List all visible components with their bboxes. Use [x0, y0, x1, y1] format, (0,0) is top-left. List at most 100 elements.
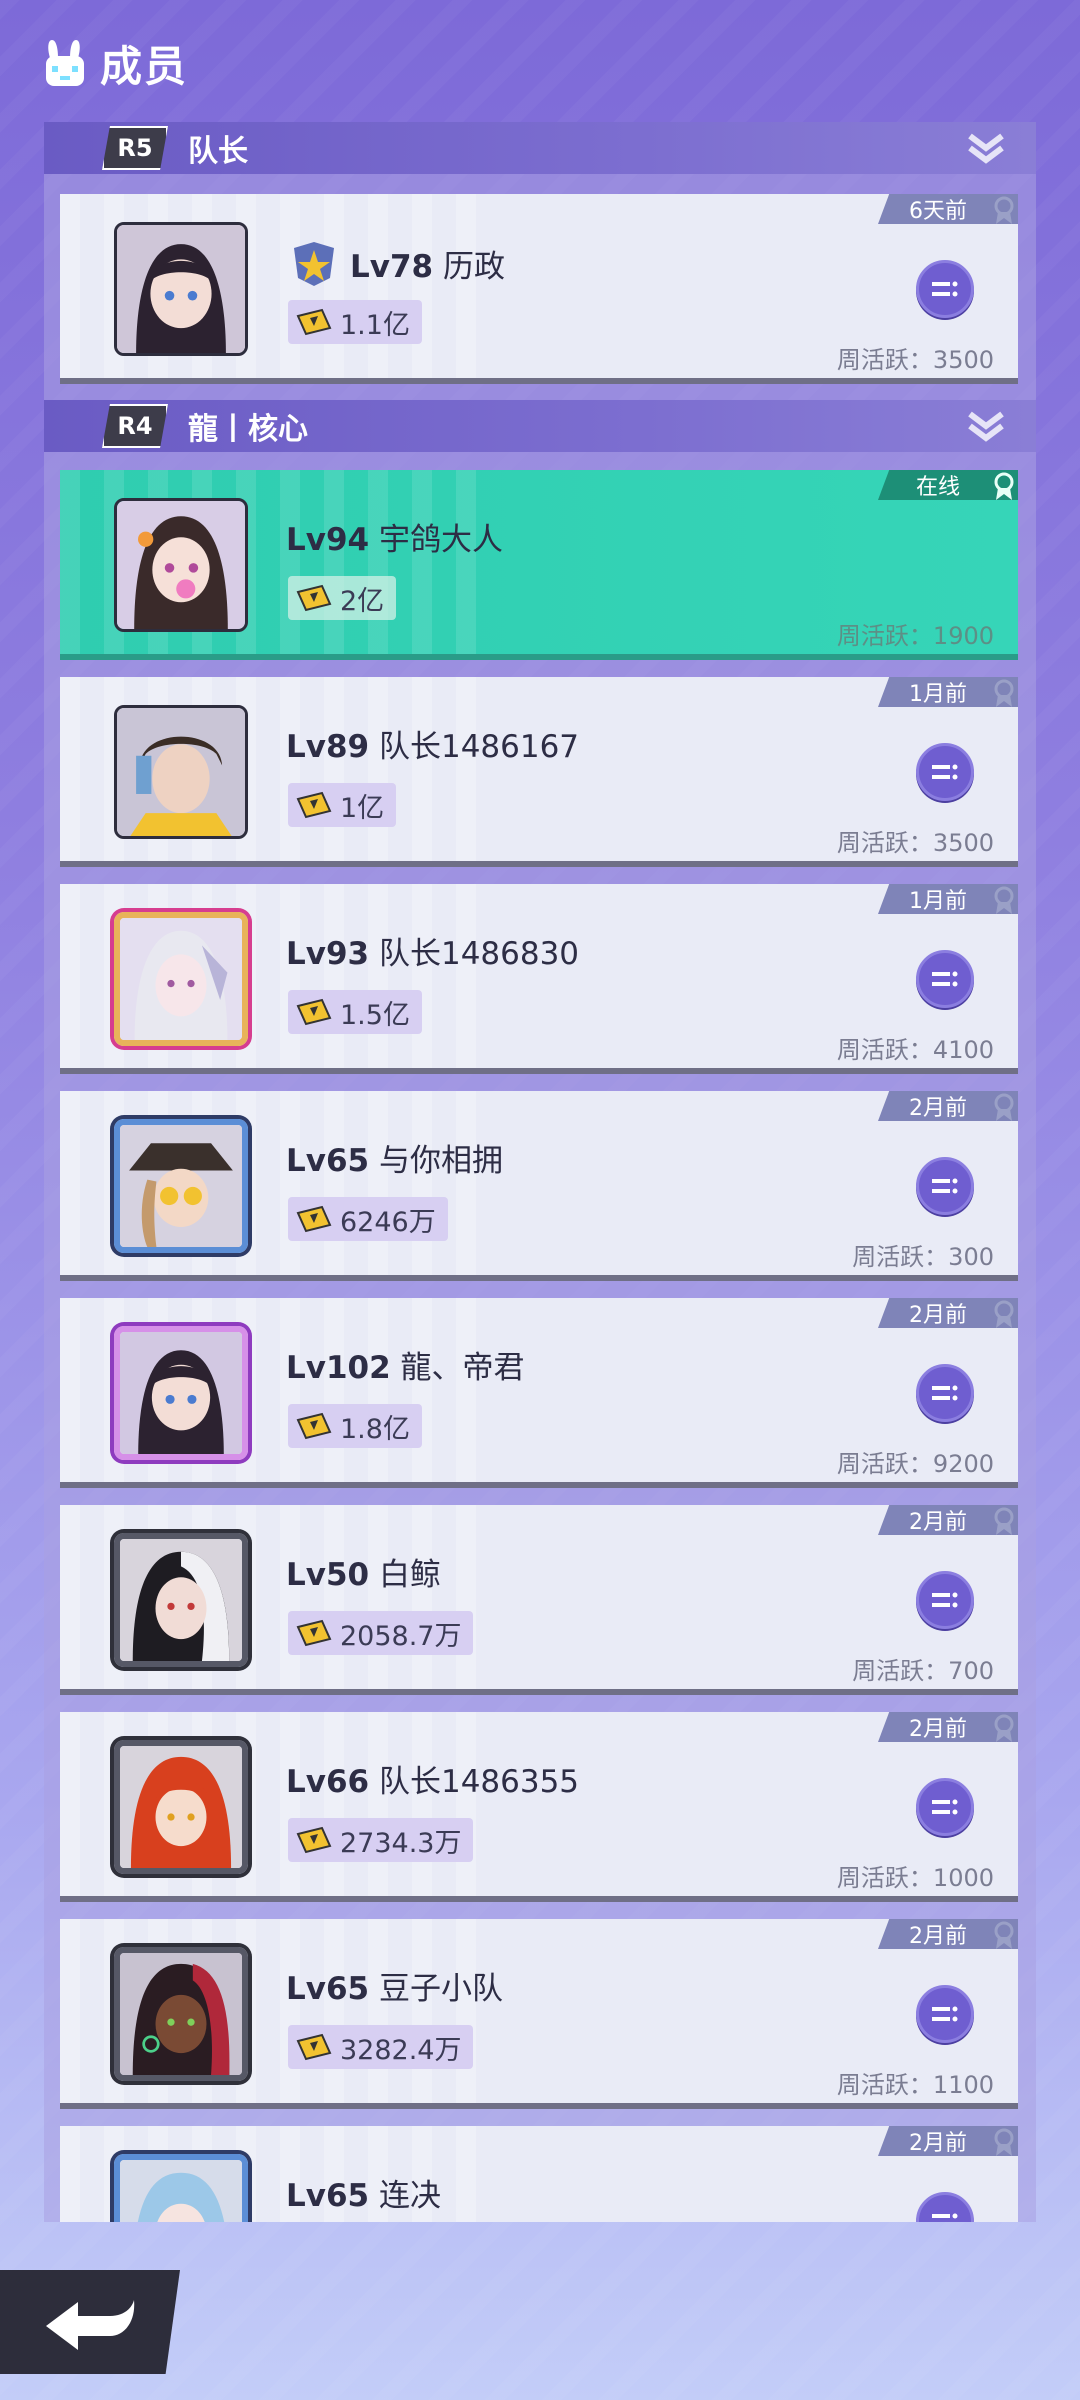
back-arrow-icon: [46, 2300, 135, 2350]
ribbon-icon: [994, 1714, 1014, 1742]
weekly-activity: 周活跃：300: [852, 1243, 994, 1271]
member-level: Lv89: [286, 729, 370, 765]
power-tag: 1.5亿: [288, 990, 422, 1034]
weekly-activity: 周活跃：1000: [836, 1864, 994, 1892]
power-icon: [296, 1205, 332, 1233]
back-button[interactable]: [0, 2270, 180, 2374]
avatar-portrait: [120, 1746, 242, 1868]
bunny-icon: [46, 40, 84, 86]
member-name: 队长1486167: [378, 729, 580, 765]
avatar[interactable]: [114, 2154, 248, 2222]
page-title: 成员: [100, 41, 189, 91]
power-value: 6246万: [340, 1206, 436, 1238]
member-card[interactable]: Lv89 队长1486167 1亿 1月前 周活跃：3500: [60, 677, 1018, 867]
power-icon: [296, 998, 332, 1026]
member-name-row: Lv65 豆子小队: [286, 1963, 503, 2008]
avatar[interactable]: [114, 1326, 248, 1460]
member-card[interactable]: Lv93 队长1486830 1.5亿 1月前 周活跃：4100: [60, 884, 1018, 1074]
ribbon-icon: [994, 2128, 1014, 2156]
avatar[interactable]: [114, 1947, 248, 2081]
member-name-row: Lv50 白鲸: [286, 1549, 441, 1594]
power-tag: 2亿: [288, 576, 397, 620]
avatar-portrait: [120, 1125, 242, 1247]
member-name: 队长1486830: [378, 936, 580, 972]
section-header-r4[interactable]: R4 龍丨核心: [44, 400, 1036, 452]
weekly-activity: 周活跃：3500: [836, 346, 994, 374]
member-name-row: Lv65 与你相拥: [286, 1135, 503, 1180]
member-name: 宇鸽大人: [378, 522, 503, 558]
member-options-button[interactable]: [916, 1985, 974, 2043]
power-icon: [296, 1619, 332, 1647]
avatar[interactable]: [114, 1119, 248, 1253]
avatar-portrait: [120, 1953, 242, 2075]
member-options-button[interactable]: [916, 743, 974, 801]
member-options-button[interactable]: [916, 2192, 974, 2222]
avatar[interactable]: [114, 912, 248, 1046]
member-level: Lv94: [286, 522, 370, 558]
avatar-portrait: [120, 2160, 242, 2222]
options-icon: [932, 971, 958, 987]
avatar[interactable]: [114, 1533, 248, 1667]
member-card[interactable]: Lv94 宇鸽大人 2亿 在线 周活跃：1900: [60, 470, 1018, 660]
power-icon: [296, 791, 332, 819]
member-options-button[interactable]: [916, 260, 974, 318]
section-header-r5[interactable]: R5 队长: [44, 122, 1036, 174]
rank-badge: R4: [102, 404, 168, 448]
member-card[interactable]: Lv65 豆子小队 3282.4万 2月前 周活跃：1100: [60, 1919, 1018, 2109]
member-name-row: Lv89 队长1486167: [286, 721, 579, 766]
power-value: 2亿: [340, 585, 385, 617]
power-tag: 3282.4万: [288, 2025, 474, 2069]
member-card[interactable]: Lv50 白鲸 2058.7万 2月前 周活跃：700: [60, 1505, 1018, 1695]
member-options-button[interactable]: [916, 1157, 974, 1215]
power-tag: 1.1亿: [288, 300, 422, 344]
weekly-activity: 周活跃：4100: [836, 1036, 994, 1064]
page-header: 成员: [40, 28, 188, 98]
member-card[interactable]: Lv65 连决 2月前: [60, 2126, 1018, 2222]
member-options-button[interactable]: [916, 950, 974, 1008]
power-value: 1亿: [340, 792, 385, 824]
chevron-double-down-icon[interactable]: [966, 132, 1006, 166]
member-options-button[interactable]: [916, 1778, 974, 1836]
power-icon: [296, 584, 332, 612]
rank-name: 队长: [188, 134, 248, 169]
options-icon: [932, 2213, 958, 2219]
member-card[interactable]: Lv66 队长1486355 2734.3万 2月前 周活跃：1000: [60, 1712, 1018, 1902]
power-tag: 2734.3万: [288, 1818, 474, 1862]
avatar[interactable]: [114, 705, 248, 839]
member-level: Lv93: [286, 936, 370, 972]
avatar-portrait: [117, 225, 245, 353]
power-value: 2058.7万: [340, 1620, 462, 1652]
rank-badge: R5: [102, 126, 168, 170]
power-icon: [296, 1412, 332, 1440]
member-card[interactable]: Lv78 历政 1.1亿 6天前 周活跃：3500: [60, 194, 1018, 384]
power-tag: 6246万: [288, 1197, 448, 1241]
avatar-portrait: [120, 1332, 242, 1454]
avatar[interactable]: [114, 1740, 248, 1874]
member-name: 历政: [442, 248, 505, 285]
member-name-row: Lv102 龍、帝君: [286, 1342, 525, 1387]
ribbon-icon: [994, 886, 1014, 914]
ribbon-icon: [994, 1093, 1014, 1121]
power-icon: [296, 308, 332, 336]
member-options-button[interactable]: [916, 1571, 974, 1629]
ribbon-icon: [994, 679, 1014, 707]
member-name-row: Lv78 历政: [286, 238, 505, 288]
member-name: 白鲸: [378, 1557, 441, 1593]
weekly-activity: 周活跃：9200: [836, 1450, 994, 1478]
weekly-activity: 周活跃：1900: [836, 622, 994, 650]
member-level: Lv65: [286, 2178, 370, 2214]
member-level: Lv66: [286, 1764, 370, 1800]
member-list-panel[interactable]: R5 队长 Lv78 历政 1.1亿 6天前 周活跃：3500 R4 龍丨核心 …: [44, 122, 1036, 2222]
member-card[interactable]: Lv65 与你相拥 6246万 2月前 周活跃：300: [60, 1091, 1018, 1281]
rank-name: 龍丨核心: [188, 412, 308, 447]
member-options-button[interactable]: [916, 1364, 974, 1422]
member-level: Lv65: [286, 1143, 370, 1179]
chevron-double-down-icon[interactable]: [966, 410, 1006, 444]
avatar[interactable]: [114, 222, 248, 356]
member-name-row: Lv66 队长1486355: [286, 1756, 579, 1801]
power-tag: 1.8亿: [288, 1404, 422, 1448]
avatar[interactable]: [114, 498, 248, 632]
leader-medal-icon: [294, 242, 334, 286]
member-name-row: Lv94 宇鸽大人: [286, 514, 503, 559]
member-card[interactable]: Lv102 龍、帝君 1.8亿 2月前 周活跃：9200: [60, 1298, 1018, 1488]
